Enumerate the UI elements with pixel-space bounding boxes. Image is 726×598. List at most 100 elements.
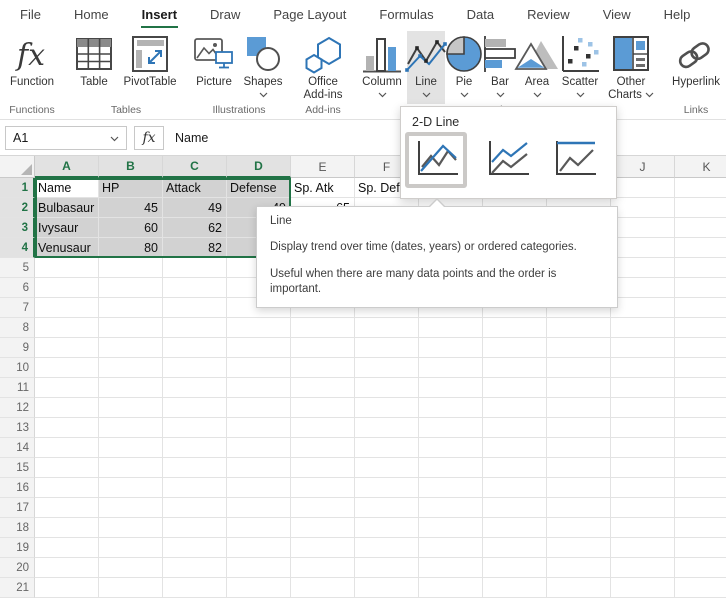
cell-d20[interactable] [227, 558, 291, 578]
ribbon-button-picture[interactable]: Picture [191, 31, 237, 104]
cell-f10[interactable] [355, 358, 419, 378]
cell-k4[interactable] [675, 238, 726, 258]
row-header-4[interactable]: 4 [0, 238, 35, 258]
cell-c13[interactable] [163, 418, 227, 438]
cell-c5[interactable] [163, 258, 227, 278]
row-header-14[interactable]: 14 [0, 438, 35, 458]
cell-i10[interactable] [547, 358, 611, 378]
row-header-10[interactable]: 10 [0, 358, 35, 378]
cell-k3[interactable] [675, 218, 726, 238]
cell-k20[interactable] [675, 558, 726, 578]
cell-j10[interactable] [611, 358, 675, 378]
cell-h15[interactable] [483, 458, 547, 478]
row-header-17[interactable]: 17 [0, 498, 35, 518]
cell-a11[interactable] [35, 378, 99, 398]
cell-k19[interactable] [675, 538, 726, 558]
cell-c8[interactable] [163, 318, 227, 338]
cell-b3[interactable]: 60 [99, 218, 163, 238]
menu-tab-formulas[interactable]: Formulas [379, 7, 433, 22]
row-header-11[interactable]: 11 [0, 378, 35, 398]
cell-k14[interactable] [675, 438, 726, 458]
cell-h9[interactable] [483, 338, 547, 358]
cell-b7[interactable] [99, 298, 163, 318]
cell-c1[interactable]: Attack [163, 178, 227, 198]
cell-f21[interactable] [355, 578, 419, 598]
cell-j7[interactable] [611, 298, 675, 318]
ribbon-button-scatter[interactable]: Scatter [557, 31, 603, 104]
cell-k1[interactable] [675, 178, 726, 198]
cell-g19[interactable] [419, 538, 483, 558]
cell-c18[interactable] [163, 518, 227, 538]
menu-tab-file[interactable]: File [20, 7, 41, 22]
cell-c15[interactable] [163, 458, 227, 478]
cell-i21[interactable] [547, 578, 611, 598]
cell-j20[interactable] [611, 558, 675, 578]
cell-c12[interactable] [163, 398, 227, 418]
name-box[interactable]: A1 [5, 125, 127, 150]
ribbon-button-area[interactable]: Area [514, 31, 558, 104]
cell-g10[interactable] [419, 358, 483, 378]
cell-k8[interactable] [675, 318, 726, 338]
cell-k11[interactable] [675, 378, 726, 398]
cell-a19[interactable] [35, 538, 99, 558]
cell-j21[interactable] [611, 578, 675, 598]
cell-d11[interactable] [227, 378, 291, 398]
cell-i9[interactable] [547, 338, 611, 358]
menu-tab-insert[interactable]: Insert [140, 7, 179, 29]
ribbon-button-column[interactable]: Column [359, 31, 405, 104]
cell-h17[interactable] [483, 498, 547, 518]
cell-h14[interactable] [483, 438, 547, 458]
ribbon-button-office-add-ins[interactable]: Office Add-ins [297, 31, 349, 104]
cell-k9[interactable] [675, 338, 726, 358]
cell-j1[interactable] [611, 178, 675, 198]
cell-c6[interactable] [163, 278, 227, 298]
cell-h10[interactable] [483, 358, 547, 378]
cell-g12[interactable] [419, 398, 483, 418]
cell-c4[interactable]: 82 [163, 238, 227, 258]
cell-k7[interactable] [675, 298, 726, 318]
cell-k18[interactable] [675, 518, 726, 538]
cell-g20[interactable] [419, 558, 483, 578]
ribbon-button-function[interactable]: fx Function [3, 31, 61, 104]
cell-e12[interactable] [291, 398, 355, 418]
cell-e8[interactable] [291, 318, 355, 338]
row-header-18[interactable]: 18 [0, 518, 35, 538]
chart-type-option-stacked-line[interactable] [480, 136, 534, 184]
cell-e1[interactable]: Sp. Atk [291, 178, 355, 198]
cell-i15[interactable] [547, 458, 611, 478]
cell-f9[interactable] [355, 338, 419, 358]
cell-d8[interactable] [227, 318, 291, 338]
cell-a18[interactable] [35, 518, 99, 538]
menu-tab-help[interactable]: Help [664, 7, 691, 22]
cell-j18[interactable] [611, 518, 675, 538]
cell-b1[interactable]: HP [99, 178, 163, 198]
cell-g18[interactable] [419, 518, 483, 538]
cell-b9[interactable] [99, 338, 163, 358]
cell-b17[interactable] [99, 498, 163, 518]
cell-k17[interactable] [675, 498, 726, 518]
cell-b6[interactable] [99, 278, 163, 298]
cell-a2[interactable]: Bulbasaur [35, 198, 99, 218]
cell-i12[interactable] [547, 398, 611, 418]
cell-f16[interactable] [355, 478, 419, 498]
column-header-d[interactable]: D [227, 156, 291, 178]
cell-d14[interactable] [227, 438, 291, 458]
cell-a10[interactable] [35, 358, 99, 378]
cell-f15[interactable] [355, 458, 419, 478]
cell-j3[interactable] [611, 218, 675, 238]
column-header-j[interactable]: J [611, 156, 675, 178]
cell-k13[interactable] [675, 418, 726, 438]
cell-g8[interactable] [419, 318, 483, 338]
cell-b15[interactable] [99, 458, 163, 478]
cell-a4[interactable]: Venusaur [35, 238, 99, 258]
cell-d17[interactable] [227, 498, 291, 518]
cell-d21[interactable] [227, 578, 291, 598]
cell-f20[interactable] [355, 558, 419, 578]
cell-e11[interactable] [291, 378, 355, 398]
cell-b13[interactable] [99, 418, 163, 438]
cell-i8[interactable] [547, 318, 611, 338]
cell-i20[interactable] [547, 558, 611, 578]
cell-i19[interactable] [547, 538, 611, 558]
cell-j2[interactable] [611, 198, 675, 218]
cell-a20[interactable] [35, 558, 99, 578]
